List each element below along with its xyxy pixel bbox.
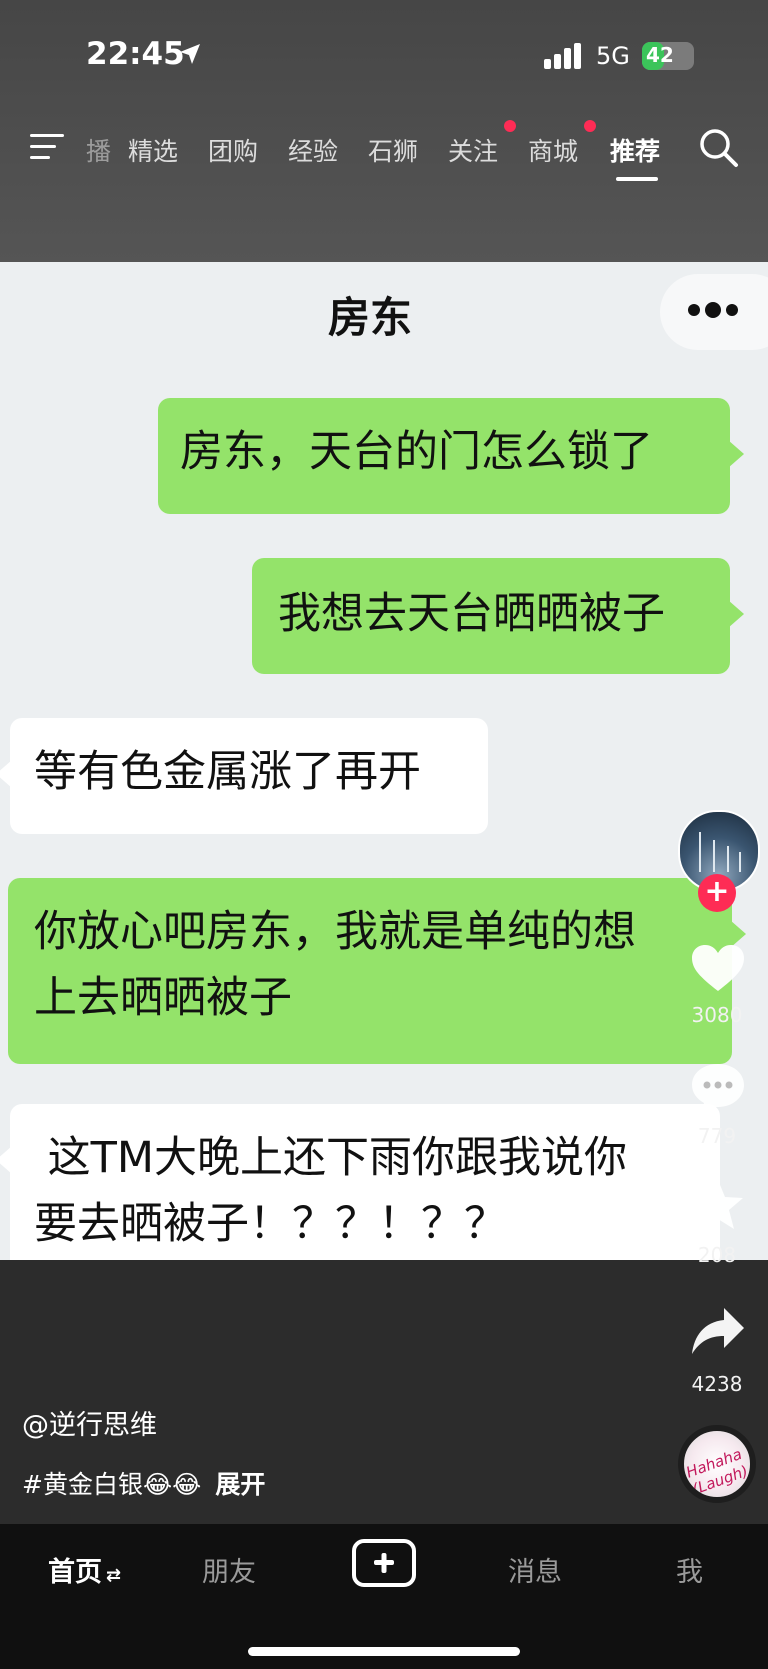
music-disc[interactable]: Hahaha (Laugh) [678,1425,756,1503]
chat-bubble-sent: 我想去天台晒晒被子 [252,558,744,674]
plus-icon [374,1553,394,1573]
bubble-tail [728,600,744,628]
chat-bubble-received: 这TM大晚上还下雨你跟我说你 要去晒被子！？？！？？ [0,1104,720,1260]
follow-plus-icon[interactable]: + [698,874,736,912]
top-nav: 播 精选 团购 经验 石狮 关注 商城 推荐 [0,115,768,185]
tab-broadcast[interactable]: 播 [86,132,111,168]
tab-messages[interactable]: 消息 [508,1550,562,1589]
bubble-text-line: 要去晒被子！？？！？？ [34,1199,507,1249]
tab-mall[interactable]: 商城 [528,132,578,168]
active-tab-indicator [616,177,658,181]
disc-label: Hahaha (Laugh) [683,1444,751,1499]
bubble-text: 等有色金属涨了再开 [34,747,421,797]
search-icon[interactable] [698,127,740,169]
mall-notification-dot [584,120,596,132]
tab-shishi[interactable]: 石狮 [368,132,418,168]
tab-home-label: 首页 [48,1557,102,1588]
chat-bubble-sent: 房东，天台的门怎么锁了 [158,398,744,514]
comment-icon[interactable] [690,1062,746,1114]
chat-bubble-received: 等有色金属涨了再开 [0,718,488,834]
bottom-tab-bar: 首页 ⇄ 朋友 消息 我 [0,1524,768,1669]
home-indicator [248,1647,520,1656]
video-caption: #黄金白银😂😂 展开 [22,1465,265,1501]
swap-icon: ⇄ [106,1565,122,1586]
following-notification-dot [504,120,516,132]
hashtag[interactable]: #黄金白银😂😂 [22,1470,201,1499]
chat-title: 房东 [327,293,412,342]
share-arrow-icon[interactable] [690,1306,746,1356]
more-dots-icon [688,302,738,318]
more-options-button [660,274,768,350]
top-bar-background: 22:45 5G 42 播 精选 团购 经验 石狮 关注 商城 推荐 [0,0,768,262]
tab-recommend[interactable]: 推荐 [610,132,660,168]
create-post-button[interactable] [352,1539,416,1587]
bubble-text: 我想去天台晒晒被子 [278,589,665,639]
bubble-tail [728,440,744,468]
tab-group-buy[interactable]: 团购 [208,132,258,168]
tab-experience[interactable]: 经验 [288,132,338,168]
tab-following[interactable]: 关注 [448,132,498,168]
signal-strength-icon [544,43,581,69]
bubble-tail [0,760,12,788]
tab-me[interactable]: 我 [676,1550,703,1589]
battery-level: 42 [646,43,674,67]
bubble-text-line: 你放心吧房东，我就是单纯的想 [34,907,636,957]
bubble-text-line: 上去晒晒被子 [34,973,292,1023]
favorite-count: 208 [697,1243,737,1267]
menu-icon[interactable] [30,132,66,162]
bubble-text: 房东，天台的门怎么锁了 [180,427,653,477]
tab-home[interactable]: 首页 ⇄ [48,1550,121,1589]
tab-featured[interactable]: 精选 [128,132,178,168]
comment-count: 779 [697,1124,737,1148]
video-content[interactable]: 房东 房东，天台的门怎么锁了 我想去天台晒晒被子 等有色金属涨了再开 你放心吧房… [0,262,768,1260]
bubble-text-line: 这TM大晚上还下雨你跟我说你 [34,1133,628,1183]
author-handle[interactable]: @逆行思维 [22,1403,157,1442]
tab-friends[interactable]: 朋友 [202,1550,256,1589]
bubble-tail [0,1146,12,1174]
expand-caption-button[interactable]: 展开 [215,1470,265,1499]
network-type: 5G [596,42,630,70]
battery-icon: 42 [642,42,694,70]
status-time: 22:45 [86,36,185,72]
share-count: 4238 [691,1372,743,1396]
heart-icon[interactable] [690,943,746,993]
location-arrow-icon [180,44,200,64]
like-count: 3080 [691,1003,743,1027]
status-bar: 22:45 5G 42 [0,0,768,110]
chat-bubble-sent: 你放心吧房东，我就是单纯的想 上去晒晒被子 [8,878,746,1064]
favorite-star-icon[interactable] [690,1178,746,1232]
